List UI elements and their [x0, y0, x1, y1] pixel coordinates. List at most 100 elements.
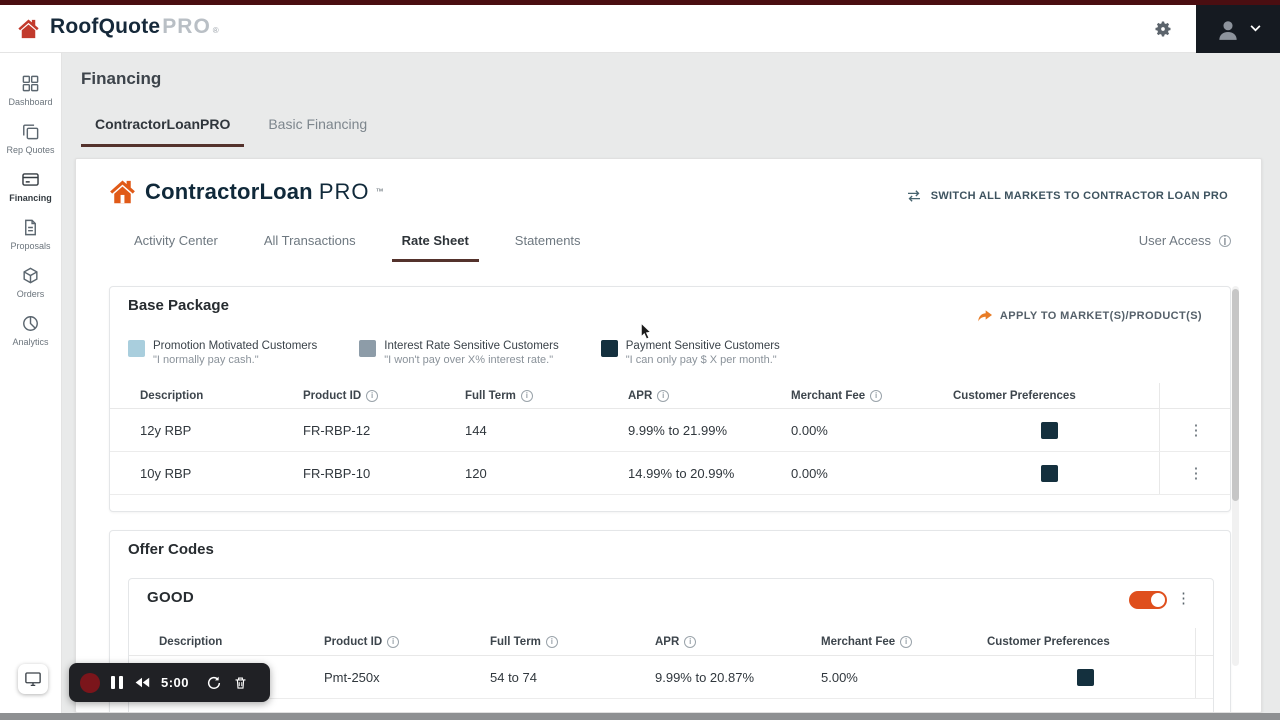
table-header-row: Description Product ID Full Term APR Mer… — [129, 628, 1213, 656]
col-header-actions — [1195, 628, 1215, 655]
info-icon[interactable] — [684, 636, 696, 648]
switch-all-markets-link[interactable]: SWITCH ALL MARKETS TO CONTRACTOR LOAN PR… — [905, 189, 1228, 203]
col-header-customer-preferences: Customer Preferences — [953, 390, 1159, 402]
offer-codes-title: Offer Codes — [128, 541, 214, 558]
legend-quote: "I won't pay over X% interest rate." — [384, 353, 559, 367]
tab-all-transactions[interactable]: All Transactions — [254, 233, 366, 262]
restart-icon — [206, 675, 222, 691]
info-icon[interactable] — [870, 390, 882, 402]
offer-codes-table: Description Product ID Full Term APR Mer… — [129, 628, 1213, 699]
clp-logo-text: ContractorLoan — [145, 179, 313, 205]
sidebar-item-rep-quotes[interactable]: Rep Quotes — [0, 119, 61, 158]
trash-icon — [233, 675, 248, 691]
legend-label: Interest Rate Sensitive Customers — [384, 339, 559, 353]
legend-payment-sensitive: Payment Sensitive Customers "I can only … — [601, 339, 780, 367]
panel-scrollbar[interactable] — [1232, 286, 1239, 666]
col-header-description: Description — [140, 390, 303, 402]
app-header: RoofQuote PRO ® — [0, 5, 1280, 53]
row-menu-button[interactable] — [1183, 464, 1210, 483]
delete-recording-button[interactable] — [233, 675, 248, 691]
user-access-label: User Access — [1139, 233, 1211, 248]
tab-statements[interactable]: Statements — [505, 233, 591, 262]
offer-group-toggle[interactable] — [1129, 591, 1167, 609]
avatar-icon — [1215, 16, 1241, 42]
info-icon[interactable] — [1219, 235, 1231, 247]
tab-basic-financing[interactable]: Basic Financing — [254, 108, 381, 147]
sidebar-item-label: Analytics — [12, 337, 48, 347]
brand-name: RoofQuote — [50, 15, 160, 39]
sidebar-item-financing[interactable]: Financing — [0, 167, 61, 206]
legend-swatch-promotion — [128, 340, 145, 357]
trademark-mark: ™ — [376, 187, 384, 196]
info-icon[interactable] — [900, 636, 912, 648]
row-menu-button[interactable] — [1183, 421, 1210, 440]
legend-swatch-payment — [601, 340, 618, 357]
sidebar-item-label: Dashboard — [8, 97, 52, 107]
scrollbar-thumb[interactable] — [1232, 289, 1239, 501]
col-header-product-id: Product ID — [324, 636, 490, 648]
tab-activity-center[interactable]: Activity Center — [124, 233, 228, 262]
monitor-icon — [24, 670, 42, 688]
cell-product-id: Pmt-250x — [324, 670, 490, 685]
info-icon[interactable] — [366, 390, 378, 402]
apply-link-label: APPLY TO MARKET(S)/PRODUCT(S) — [1000, 310, 1202, 322]
sidebar-item-label: Rep Quotes — [6, 145, 54, 155]
cell-full-term: 144 — [465, 423, 628, 438]
rewind-icon — [134, 676, 150, 689]
contractorloan-house-icon — [106, 175, 139, 208]
top-window-strip — [0, 0, 1280, 5]
base-package-title: Base Package — [128, 297, 229, 314]
app-logo[interactable]: RoofQuote PRO ® — [0, 15, 219, 42]
cell-merchant-fee: 0.00% — [791, 466, 953, 481]
rewind-button[interactable] — [134, 676, 150, 689]
clp-logo-suffix: PRO — [319, 179, 370, 205]
contractorloanpro-logo: ContractorLoan PRO ™ — [106, 175, 384, 208]
tab-rate-sheet[interactable]: Rate Sheet — [392, 233, 479, 262]
apply-to-markets-link[interactable]: APPLY TO MARKET(S)/PRODUCT(S) — [977, 309, 1202, 323]
contractorloanpro-panel: ContractorLoan PRO ™ SWITCH ALL MARKETS … — [75, 158, 1262, 713]
brand-suffix: PRO — [162, 15, 211, 39]
app-window: RoofQuote PRO ® — [0, 0, 1280, 720]
preference-swatch — [1041, 465, 1058, 482]
toggle-knob — [1151, 593, 1165, 607]
sidebar-item-analytics[interactable]: Analytics — [0, 311, 61, 350]
main-content: Financing ContractorLoanPRO Basic Financ… — [62, 53, 1280, 720]
base-package-card: Base Package APPLY TO MARKET(S)/PRODUCT(… — [109, 286, 1231, 512]
financing-icon — [21, 170, 40, 189]
offer-group-menu-button[interactable] — [1170, 589, 1197, 608]
sidebar-item-label: Orders — [17, 289, 45, 299]
stop-record-button[interactable] — [80, 673, 100, 693]
pause-button[interactable] — [111, 676, 123, 689]
settings-gear-icon[interactable] — [1152, 18, 1174, 40]
table-row: 12y RBP FR-RBP-12 144 9.99% to 21.99% 0.… — [110, 409, 1230, 452]
page-tabs: ContractorLoanPRO Basic Financing — [81, 108, 381, 147]
account-menu[interactable] — [1196, 5, 1280, 53]
col-header-full-term: Full Term — [465, 390, 628, 402]
info-icon[interactable] — [657, 390, 669, 402]
cell-apr: 9.99% to 20.87% — [655, 670, 821, 685]
cell-description: 10y RBP — [140, 466, 303, 481]
cell-product-id: FR-RBP-10 — [303, 466, 465, 481]
offer-group-good: GOOD Description Product ID Full Term AP… — [128, 578, 1214, 713]
info-icon[interactable] — [387, 636, 399, 648]
restart-button[interactable] — [206, 675, 222, 691]
info-icon[interactable] — [546, 636, 558, 648]
table-header-row: Description Product ID Full Term APR Mer… — [110, 383, 1230, 409]
screen-share-button[interactable] — [18, 664, 48, 694]
user-access-link[interactable]: User Access — [1139, 233, 1231, 248]
sidebar: Dashboard Rep Quotes Financing — [0, 53, 62, 713]
info-icon[interactable] — [521, 390, 533, 402]
proposals-icon — [21, 218, 40, 237]
tab-contractorloanpro[interactable]: ContractorLoanPRO — [81, 108, 244, 147]
registered-mark: ® — [213, 26, 219, 35]
sidebar-item-dashboard[interactable]: Dashboard — [0, 71, 61, 110]
bottom-window-strip — [0, 713, 1280, 720]
cell-merchant-fee: 0.00% — [791, 423, 953, 438]
legend-promotion-motivated: Promotion Motivated Customers "I normall… — [128, 339, 317, 367]
cell-merchant-fee: 5.00% — [821, 670, 987, 685]
preference-swatch — [1041, 422, 1058, 439]
legend-label: Promotion Motivated Customers — [153, 339, 317, 353]
sidebar-item-proposals[interactable]: Proposals — [0, 215, 61, 254]
sidebar-item-orders[interactable]: Orders — [0, 263, 61, 302]
analytics-icon — [21, 314, 40, 333]
